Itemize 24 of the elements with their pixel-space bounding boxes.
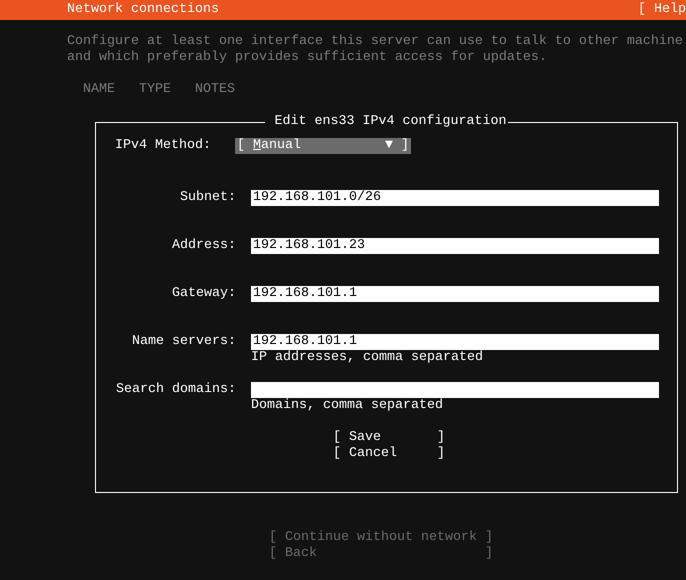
field-hint: IP addresses, comma separated [251,350,484,366]
column-header: NAME [83,82,115,98]
dialog-button[interactable]: [ Cancel ] [333,446,445,462]
dialog-title: Edit ens33 IPv4 configuration [274,114,508,130]
method-dropdown[interactable]: [ Manual ▼ ] [235,138,411,154]
field-label: Search domains: [115,382,236,398]
field-label: Name servers: [131,334,236,350]
field-label: Address: [171,238,236,254]
dialog-button[interactable]: [ Save ] [333,430,445,446]
field-label: Subnet: [179,190,236,206]
input-field[interactable]: 192.168.101.1 [251,286,659,302]
help-button[interactable]: [ Help [638,2,686,18]
input-field[interactable] [251,382,659,398]
input-field[interactable]: 192.168.101.1 [251,334,659,350]
description-text: Configure at least one interface this server can use to talk to other machine [67,34,684,50]
screen-title: Network connections [67,2,219,18]
field-label: Gateway: [171,286,236,302]
description-text: and which preferably provides sufficient access for updates. [67,50,548,66]
input-field[interactable]: 192.168.101.0/26 [251,190,659,206]
field-hint: Domains, comma separated [251,398,444,414]
input-field[interactable]: 192.168.101.23 [251,238,659,254]
column-header: TYPE [139,82,171,98]
field-label: IPv4 Method: [115,138,212,154]
column-header: NOTES [195,82,235,98]
